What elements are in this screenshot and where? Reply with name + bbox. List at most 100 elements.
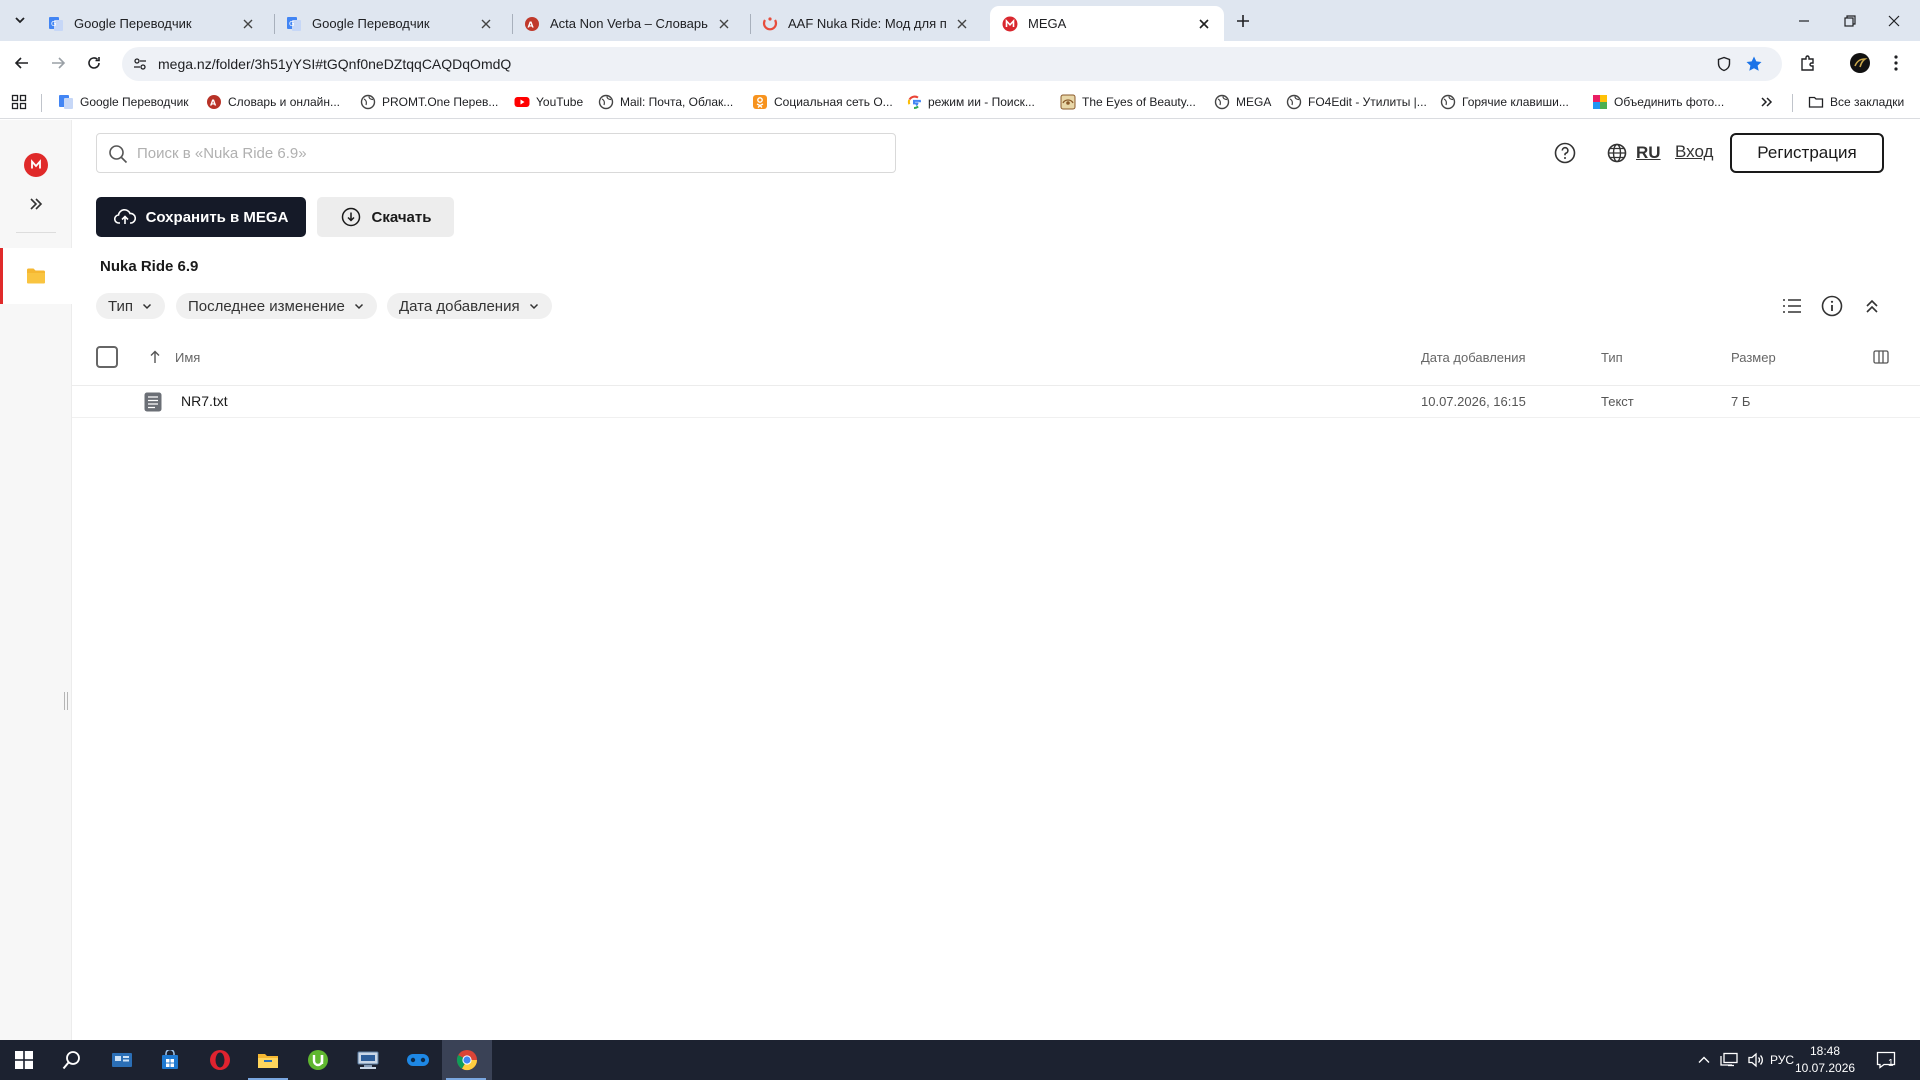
bookmark-mail[interactable]: Mail: Почта, Облак... bbox=[598, 92, 733, 112]
taskbar-store[interactable] bbox=[146, 1040, 194, 1080]
site-settings-icon[interactable] bbox=[130, 54, 150, 74]
all-bookmarks-button[interactable]: Все закладки bbox=[1808, 92, 1904, 112]
tab-title: Google Переводчик bbox=[74, 16, 192, 31]
all-bookmarks-label: Все закладки bbox=[1830, 95, 1905, 109]
close-icon[interactable] bbox=[478, 16, 494, 32]
close-icon[interactable] bbox=[1196, 16, 1212, 32]
bookmark-label: YouTube bbox=[536, 95, 584, 109]
search-input[interactable] bbox=[137, 140, 877, 166]
dictionary-icon: A bbox=[206, 94, 222, 110]
close-window-button[interactable] bbox=[1866, 0, 1920, 41]
tab-mega[interactable]: MEGA bbox=[990, 6, 1224, 41]
opera-icon bbox=[210, 1050, 230, 1070]
sidebar-item-cloud-drive[interactable] bbox=[0, 248, 72, 304]
tray-network[interactable] bbox=[1720, 1040, 1738, 1080]
file-size: 7 Б bbox=[1731, 394, 1751, 409]
network-icon bbox=[1720, 1052, 1738, 1067]
taskbar-utorrent[interactable] bbox=[294, 1040, 342, 1080]
more-bookmarks-button[interactable] bbox=[1760, 92, 1774, 112]
bookmark-ok[interactable]: Социальная сеть О... bbox=[752, 92, 893, 112]
column-date-added[interactable]: Дата добавления bbox=[1421, 350, 1526, 365]
tab-search-button[interactable] bbox=[8, 8, 32, 32]
bookmark-star-icon[interactable] bbox=[1744, 54, 1764, 74]
bookmark-dictionary[interactable]: A Словарь и онлайн... bbox=[206, 92, 340, 112]
bookmark-youtube[interactable]: YouTube bbox=[514, 92, 583, 112]
columns-settings-icon[interactable] bbox=[1872, 348, 1890, 366]
bookmark-merge-photos[interactable]: Объединить фото... bbox=[1592, 92, 1724, 112]
photo-icon bbox=[1592, 94, 1608, 110]
taskbar-task-view[interactable] bbox=[98, 1040, 146, 1080]
tray-language[interactable]: РУС bbox=[1770, 1040, 1794, 1080]
file-name[interactable]: NR7.txt bbox=[181, 393, 228, 409]
language-selector[interactable]: RU bbox=[1606, 141, 1661, 165]
list-view-icon[interactable] bbox=[1780, 294, 1804, 318]
tray-notifications[interactable]: 1 bbox=[1876, 1040, 1896, 1080]
mega-logo[interactable] bbox=[24, 153, 48, 177]
tab-acta-non-verba[interactable]: A Acta Non Verba – Словарь и онлайн bbox=[512, 6, 744, 41]
bookmark-fo4edit[interactable]: FO4Edit - Утилиты |... bbox=[1286, 92, 1427, 112]
arrow-left-icon bbox=[14, 57, 28, 69]
taskbar-network-app[interactable] bbox=[344, 1040, 392, 1080]
chevron-up-icon bbox=[1698, 1056, 1710, 1063]
close-icon[interactable] bbox=[716, 16, 732, 32]
bookmark-google-translate[interactable]: Google Переводчик bbox=[58, 92, 189, 112]
new-tab-button[interactable] bbox=[1231, 9, 1255, 33]
save-to-mega-button[interactable]: Сохранить в MEGA bbox=[96, 197, 306, 237]
sidebar-resize-handle[interactable] bbox=[64, 692, 70, 710]
menu-icon[interactable] bbox=[1884, 51, 1908, 75]
shield-icon[interactable] bbox=[1714, 54, 1734, 74]
extensions-icon[interactable] bbox=[1796, 51, 1820, 75]
filter-type[interactable]: Тип bbox=[96, 293, 166, 319]
close-icon[interactable] bbox=[240, 16, 256, 32]
select-all-checkbox[interactable] bbox=[96, 346, 118, 368]
help-icon[interactable] bbox=[1553, 141, 1577, 165]
bookmark-hotkeys[interactable]: Горячие клавиши... bbox=[1440, 92, 1569, 112]
tray-clock[interactable]: 18:48 10.07.2026 bbox=[1795, 1043, 1855, 1077]
tab-google-translate-1[interactable]: G Google Переводчик bbox=[36, 6, 268, 41]
bookmark-label: Словарь и онлайн... bbox=[228, 95, 340, 109]
task-view-icon bbox=[112, 1053, 132, 1067]
start-button[interactable] bbox=[0, 1040, 48, 1080]
expand-sidebar-button[interactable] bbox=[24, 192, 48, 216]
login-link[interactable]: Вход bbox=[1675, 142, 1713, 162]
column-type[interactable]: Тип bbox=[1601, 350, 1623, 365]
file-date-added: 10.07.2026, 16:15 bbox=[1421, 394, 1526, 409]
tab-nuka-ride-mod[interactable]: AAF Nuka Ride: Мод для порно bbox=[750, 6, 982, 41]
address-bar[interactable]: mega.nz/folder/3h51yYSI#tGQnf0neDZtqqCAQ… bbox=[122, 47, 1782, 81]
taskbar-search[interactable] bbox=[48, 1040, 96, 1080]
sort-arrow-up-icon[interactable] bbox=[147, 349, 163, 365]
back-button[interactable] bbox=[8, 49, 36, 77]
taskbar-chrome[interactable] bbox=[442, 1040, 492, 1080]
download-button[interactable]: Скачать bbox=[317, 197, 454, 237]
tray-show-hidden[interactable] bbox=[1698, 1040, 1710, 1080]
filter-date-added[interactable]: Дата добавления bbox=[387, 293, 552, 319]
bookmark-eyes-of-beauty[interactable]: The Eyes of Beauty... bbox=[1060, 92, 1196, 112]
close-icon[interactable] bbox=[954, 16, 970, 32]
tab-title: MEGA bbox=[1028, 16, 1067, 31]
url-text[interactable]: mega.nz/folder/3h51yYSI#tGQnf0neDZtqqCAQ… bbox=[158, 56, 511, 72]
forward-button[interactable] bbox=[44, 49, 72, 77]
column-size[interactable]: Размер bbox=[1731, 350, 1776, 365]
windows-logo-icon bbox=[15, 1051, 33, 1069]
bookmark-google-search[interactable]: режим ии - Поиск... bbox=[906, 92, 1035, 112]
collapse-icon[interactable] bbox=[1860, 294, 1884, 318]
profile-avatar[interactable] bbox=[1848, 51, 1872, 75]
tab-google-translate-2[interactable]: G Google Переводчик bbox=[274, 6, 506, 41]
column-name[interactable]: Имя bbox=[175, 350, 200, 365]
register-button[interactable]: Регистрация bbox=[1730, 133, 1884, 173]
bookmark-mega[interactable]: MEGA bbox=[1214, 92, 1271, 112]
taskbar-opera[interactable] bbox=[196, 1040, 244, 1080]
taskbar-file-explorer[interactable] bbox=[244, 1040, 292, 1080]
apps-icon[interactable] bbox=[11, 92, 27, 112]
table-row[interactable]: NR7.txt 10.07.2026, 16:15 Текст 7 Б bbox=[72, 386, 1920, 418]
bookmark-label: Google Переводчик bbox=[80, 95, 189, 109]
taskbar-gamepad-app[interactable] bbox=[394, 1040, 442, 1080]
bookmark-promt[interactable]: PROMT.One Перев... bbox=[360, 92, 498, 112]
info-icon[interactable] bbox=[1820, 294, 1844, 318]
globe-icon bbox=[1606, 142, 1628, 164]
plus-icon bbox=[1237, 15, 1249, 27]
reload-button[interactable] bbox=[80, 49, 108, 77]
tray-volume[interactable] bbox=[1747, 1040, 1765, 1080]
filter-last-modified[interactable]: Последнее изменение bbox=[176, 293, 377, 319]
search-box[interactable] bbox=[96, 133, 896, 173]
